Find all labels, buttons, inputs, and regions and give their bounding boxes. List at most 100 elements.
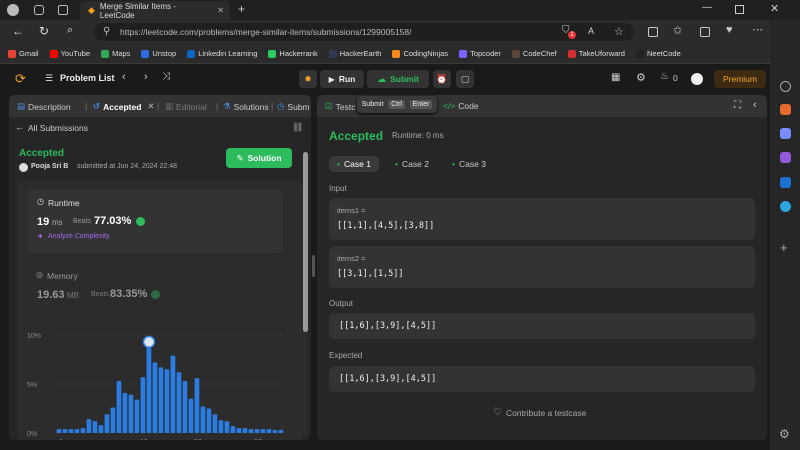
bookmark-item[interactable]: Maps [101, 49, 130, 58]
read-aloud-icon[interactable]: A [588, 26, 594, 36]
minimize-icon[interactable]: — [702, 2, 712, 13]
chart-bar[interactable] [212, 414, 218, 433]
tab-code[interactable]: </> Code [443, 101, 479, 111]
solution-button[interactable]: ✎ Solution [226, 148, 292, 168]
chart-bar[interactable] [260, 429, 266, 433]
tab-accepted[interactable]: ↺ Accepted ✕ [93, 101, 155, 112]
tools-icon[interactable] [780, 128, 791, 139]
chart-bar[interactable] [116, 381, 122, 433]
tab-submissions[interactable]: ◷ Subm [277, 101, 310, 112]
favorite-star-icon[interactable]: ☆ [614, 25, 624, 38]
chart-bar[interactable] [224, 421, 230, 433]
tab-testcase[interactable]: ☑ Testc [325, 101, 355, 112]
chart-bar[interactable] [62, 429, 68, 433]
case-tab-1[interactable]: • Case 1 [329, 156, 379, 172]
run-button[interactable]: ▶ Run [320, 70, 364, 88]
bookmark-item[interactable]: Hackerrank [268, 49, 318, 58]
favorites-icon[interactable]: ✩ [673, 24, 682, 37]
chart-bar[interactable] [188, 398, 194, 433]
chart-bar[interactable] [236, 428, 242, 433]
bookmark-item[interactable]: NeetCode [635, 49, 681, 58]
shopping-icon[interactable] [780, 104, 791, 115]
refresh-icon[interactable]: ↻ [39, 24, 49, 38]
premium-button[interactable]: Premium [714, 70, 766, 88]
url-field[interactable]: ⚲ https://leetcode.com/problems/merge-si… [94, 23, 634, 41]
close-tab-icon[interactable]: ✕ [147, 101, 154, 112]
back-icon[interactable]: ← [12, 24, 24, 38]
sidebar-settings-icon[interactable]: ⚙ [779, 427, 790, 441]
case-tab-3[interactable]: • Case 3 [444, 156, 494, 172]
tab-description[interactable]: ▤ Description [17, 101, 71, 112]
chart-bar[interactable] [200, 406, 206, 433]
collapse-panel-icon[interactable]: ‹ [753, 99, 757, 111]
chart-bar[interactable] [248, 429, 254, 433]
prev-problem-icon[interactable]: ‹ [122, 71, 126, 83]
search-icon[interactable]: ⌕ [67, 24, 73, 37]
chart-bar[interactable] [80, 428, 86, 433]
chart-bar[interactable] [278, 430, 284, 433]
chart-bar[interactable] [134, 399, 140, 433]
chart-bar[interactable] [218, 420, 224, 433]
analyze-complexity-link[interactable]: Analyze Complexity [48, 233, 109, 240]
notes-icon[interactable]: ▢ [456, 70, 474, 88]
chart-bar[interactable] [122, 392, 128, 433]
chart-bar[interactable] [182, 381, 188, 433]
chart-bar[interactable] [164, 369, 170, 433]
problem-list-link[interactable]: Problem List [60, 73, 115, 83]
chart-bar[interactable] [146, 341, 152, 433]
tab-actions-icon[interactable] [58, 5, 68, 15]
timer-icon[interactable]: ⏰ [433, 70, 451, 88]
chart-bar[interactable] [194, 378, 200, 433]
leetcode-logo-icon[interactable]: ⟳ [15, 71, 26, 87]
chart-bar[interactable] [104, 414, 110, 433]
more-menu-icon[interactable]: ⋯ [752, 23, 763, 36]
chart-bar[interactable] [140, 377, 146, 433]
bookmark-item[interactable]: TakeUforward [567, 49, 625, 58]
contribute-testcase-link[interactable]: ♡ Contribute a testcase [493, 407, 586, 418]
chart-bar[interactable] [176, 372, 182, 433]
chart-bar[interactable] [110, 407, 116, 433]
new-tab-icon[interactable]: + [238, 2, 245, 16]
runtime-distribution-chart[interactable]: 10% 5% 0% 1ms 12ms 23ms 37ms [26, 325, 296, 440]
streak-fire-icon[interactable]: ♨ [660, 71, 669, 82]
chart-bar[interactable] [254, 429, 260, 433]
outlook-icon[interactable] [780, 177, 791, 188]
runtime-card[interactable]: ◷ Runtime 19 ms Beats 77.03% ✦ Analyze C… [28, 190, 283, 253]
workspaces-icon[interactable] [34, 5, 44, 15]
bookmark-item[interactable]: Linkedin Learning [187, 49, 257, 58]
layout-icon[interactable]: ▦ [611, 72, 620, 83]
collections-icon[interactable] [700, 27, 710, 37]
link-icon[interactable]: ⛓ [292, 122, 303, 133]
games-icon[interactable] [780, 152, 791, 163]
scrollbar-thumb[interactable] [303, 152, 308, 332]
bookmark-item[interactable]: CodingNinjas [392, 49, 448, 58]
submitter-name[interactable]: Pooja Sri B [31, 163, 68, 170]
case-tab-2[interactable]: • Case 2 [387, 156, 437, 172]
chart-bar[interactable] [56, 429, 62, 433]
bookmark-item[interactable]: Topcoder [459, 49, 501, 58]
chart-bar[interactable] [152, 362, 158, 433]
chart-bar[interactable] [242, 428, 248, 433]
bookmark-item[interactable]: CodeChef [511, 49, 557, 58]
bookmark-item[interactable]: YouTube [49, 49, 90, 58]
tab-close-icon[interactable]: ✕ [217, 6, 224, 15]
chart-bar[interactable] [206, 408, 212, 434]
chart-bar[interactable] [128, 394, 134, 433]
tab-editorial[interactable]: ▥ Editorial [165, 101, 207, 112]
maximize-panel-icon[interactable]: ⛶ [734, 100, 741, 111]
chart-bar[interactable] [68, 429, 74, 433]
settings-icon[interactable]: ⚙ [636, 71, 646, 84]
user-avatar[interactable] [691, 73, 703, 85]
next-problem-icon[interactable]: › [144, 71, 148, 83]
chart-bar[interactable] [86, 419, 92, 433]
bookmark-item[interactable]: HackerEarth [328, 49, 381, 58]
chart-bar[interactable] [170, 355, 176, 433]
site-info-icon[interactable]: ⚲ [103, 26, 110, 37]
browser-tab-active[interactable]: ◆ Merge Similar Items - LeetCode ✕ [80, 1, 230, 20]
chart-bar[interactable] [158, 367, 164, 433]
chart-bar[interactable] [92, 421, 98, 433]
debug-icon[interactable]: ✸ [299, 70, 317, 88]
close-window-icon[interactable]: ✕ [770, 2, 779, 15]
bookmark-item[interactable]: Unstop [141, 49, 176, 58]
current-submission-marker[interactable] [142, 335, 156, 349]
